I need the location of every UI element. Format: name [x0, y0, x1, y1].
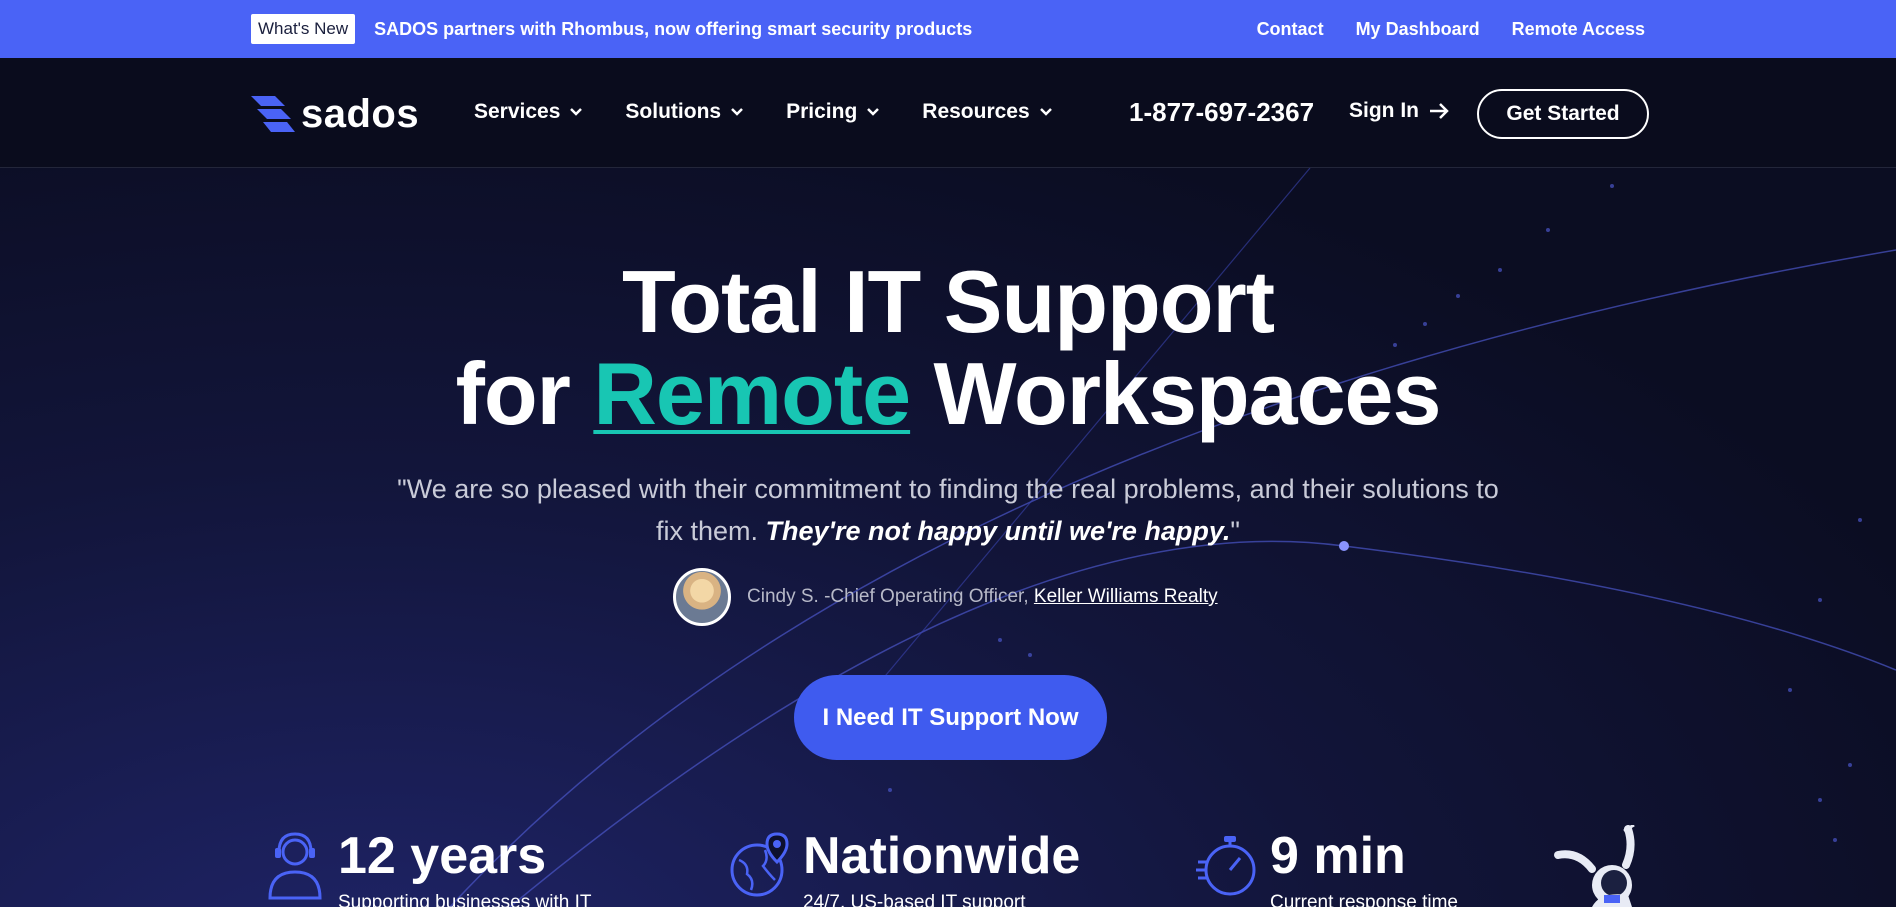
- chevron-down-icon: [570, 108, 583, 116]
- stat-number: 12 years: [338, 827, 547, 885]
- stat-response-time: 9 min Current response time: [1196, 830, 1458, 907]
- sign-in-label: Sign In: [1349, 99, 1419, 122]
- menu-pricing[interactable]: Pricing: [786, 100, 880, 124]
- sados-logo[interactable]: sados: [251, 94, 419, 134]
- stat-nationwide: Nationwide 24/7, US-based IT support: [729, 830, 1080, 907]
- logo-text: sados: [301, 92, 420, 136]
- stat-description: 24/7, US-based IT support: [803, 892, 1026, 907]
- stopwatch-icon: [1196, 836, 1256, 896]
- it-support-now-button[interactable]: I Need IT Support Now: [794, 675, 1107, 760]
- stat-text: Nationwide 24/7, US-based IT support: [803, 830, 1080, 907]
- whats-new-badge: What's New: [251, 14, 356, 44]
- sign-in-link[interactable]: Sign In: [1349, 99, 1449, 123]
- menu-services[interactable]: Services: [474, 100, 583, 124]
- arrow-right-icon: [1430, 103, 1449, 119]
- avatar: [673, 568, 731, 626]
- announcement-link[interactable]: SADOS partners with Rhombus, now offerin…: [374, 19, 972, 40]
- remote-access-link[interactable]: Remote Access: [1512, 19, 1645, 40]
- get-started-button[interactable]: Get Started: [1477, 89, 1649, 139]
- menu-resources[interactable]: Resources: [922, 100, 1052, 124]
- stat-text: 9 min Current response time: [1270, 830, 1458, 907]
- menu-solutions[interactable]: Solutions: [625, 100, 743, 124]
- hero-title-line1: Total IT Support: [621, 252, 1275, 351]
- attribution-text: Cindy S. -Chief Operating Officer, Kelle…: [747, 586, 1218, 608]
- stat-description: Supporting businesses with IT: [338, 892, 592, 907]
- menu-label: Services: [474, 100, 561, 123]
- headset-person-icon: [268, 832, 322, 900]
- testimonial-attribution: Cindy S. -Chief Operating Officer, Kelle…: [673, 568, 1218, 626]
- stat-number: 9 min: [1270, 827, 1406, 885]
- hero-title-suffix: Workspaces: [910, 344, 1442, 443]
- stat-number: Nationwide: [803, 827, 1081, 885]
- quote-emphasis: They're not happy until we're happy.: [765, 516, 1231, 546]
- sados-logo-icon: [251, 96, 295, 132]
- chevron-down-icon: [731, 108, 743, 116]
- hero-title-accent: Remote: [593, 344, 911, 443]
- menu-label: Pricing: [786, 100, 858, 123]
- hero-title-line2: for Remote Workspaces: [0, 350, 1896, 438]
- menu-label: Solutions: [625, 100, 722, 123]
- attribution-name: Cindy S. -Chief Operating Officer,: [747, 586, 1034, 607]
- phone-number-link[interactable]: 1-877-697-2367: [1129, 97, 1314, 128]
- globe-pin-icon: [730, 832, 789, 897]
- company-link[interactable]: Keller Williams Realty: [1034, 586, 1218, 607]
- chevron-down-icon: [867, 108, 880, 116]
- astronaut-illustration: [1554, 825, 1635, 907]
- menu-label: Resources: [922, 100, 1030, 123]
- quote-end: ": [1230, 516, 1241, 546]
- hero-title-prefix: for: [455, 344, 594, 443]
- stat-text: 12 years Supporting businesses with IT: [338, 830, 591, 907]
- contact-link[interactable]: Contact: [1257, 19, 1324, 40]
- main-navigation: sados Services Solutions Pricing Resourc…: [0, 58, 1896, 168]
- announcement-bar: What's New SADOS partners with Rhombus, …: [0, 0, 1896, 58]
- stat-years: 12 years Supporting businesses with IT: [264, 830, 591, 907]
- chevron-down-icon: [1039, 108, 1052, 116]
- utility-links: Contact My Dashboard Remote Access: [1257, 19, 1645, 40]
- primary-menu: Services Solutions Pricing Resources: [474, 100, 1095, 124]
- my-dashboard-link[interactable]: My Dashboard: [1356, 19, 1480, 40]
- stat-description: Current response time: [1270, 892, 1458, 907]
- testimonial-quote: "We are so pleased with their commitment…: [380, 468, 1516, 552]
